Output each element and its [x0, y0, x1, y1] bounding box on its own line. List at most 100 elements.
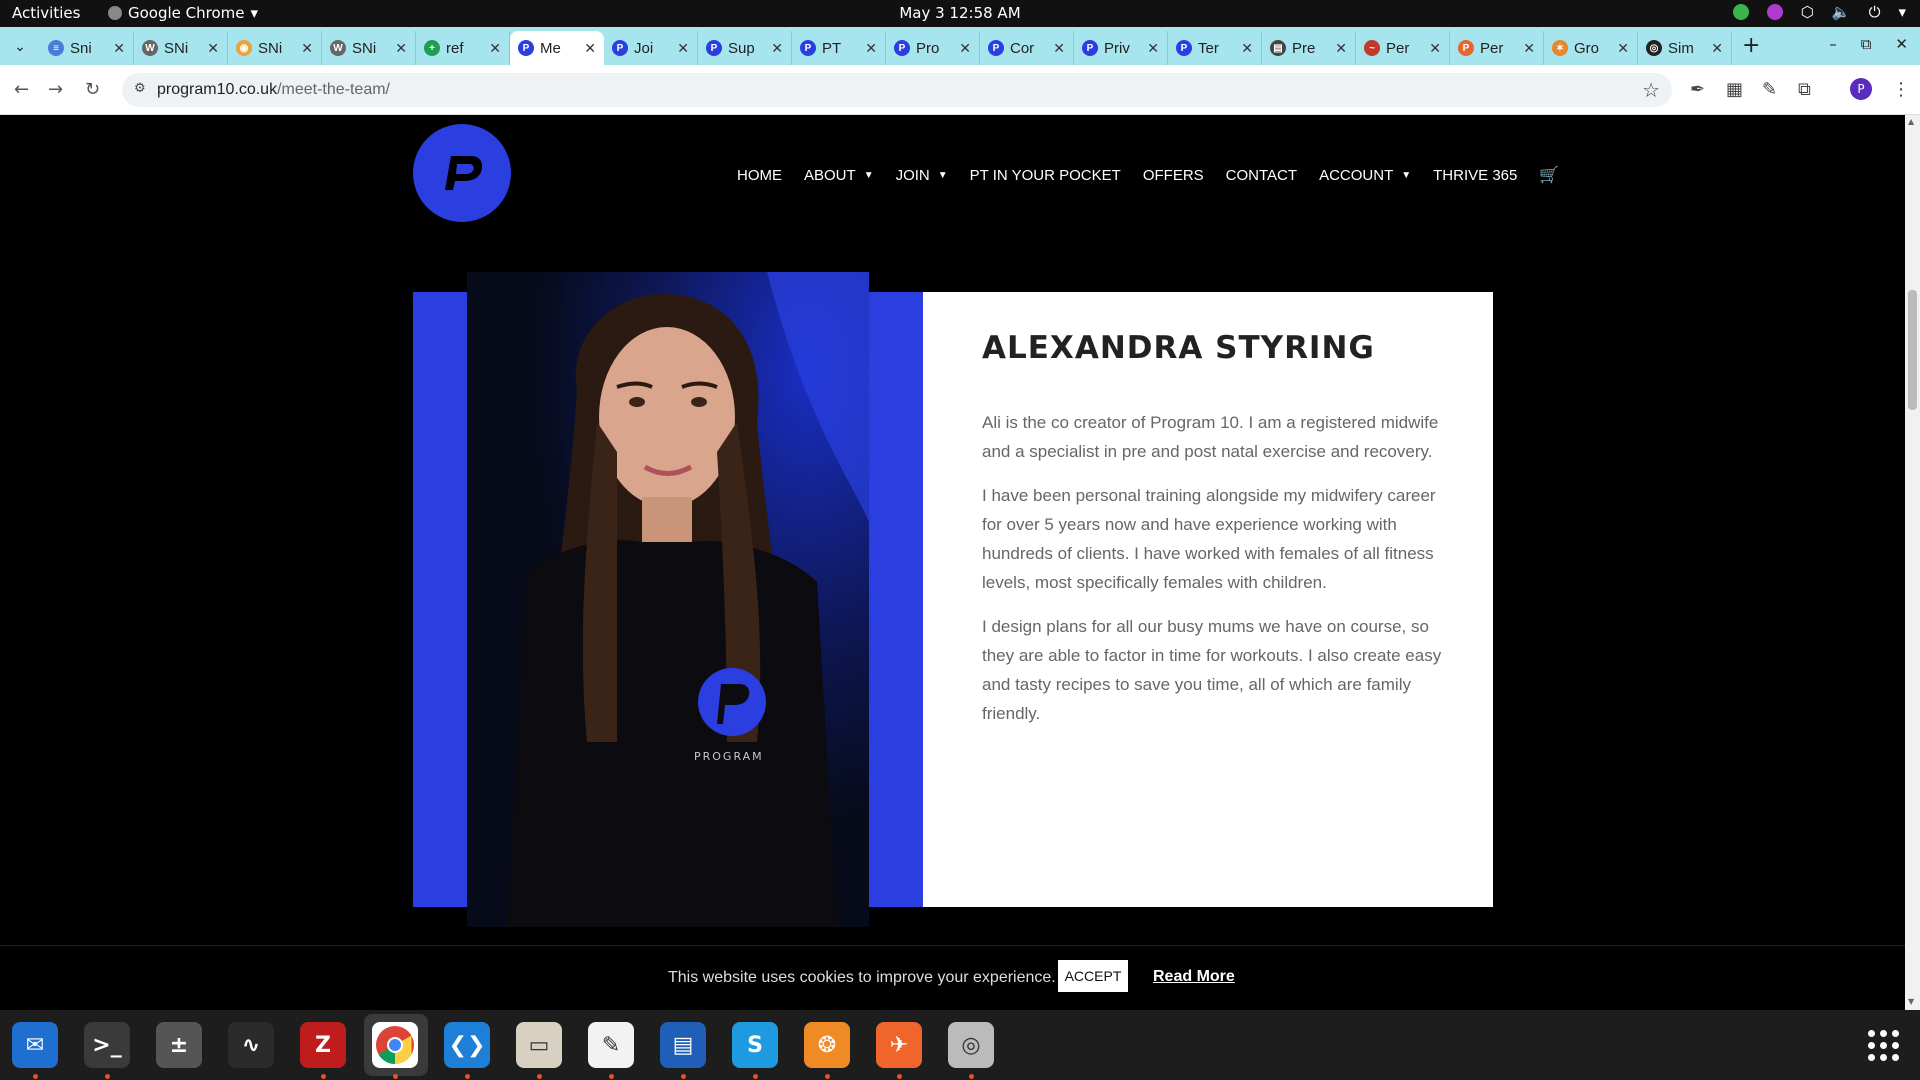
browser-toolbar: ← → ↻ ⚙ program10.co.uk/meet-the-team/ ☆…: [0, 65, 1920, 115]
system-monitor-icon[interactable]: ∿: [228, 1022, 274, 1068]
browser-tab[interactable]: ◎ Sim ✕: [1638, 31, 1732, 65]
pen-extension-icon[interactable]: ✎: [1762, 79, 1777, 100]
browser-tab[interactable]: P Priv ✕: [1074, 31, 1168, 65]
browser-tab[interactable]: P Ter ✕: [1168, 31, 1262, 65]
tab-close-icon[interactable]: ✕: [865, 40, 877, 57]
browser-tab[interactable]: ▤ Pre ✕: [1262, 31, 1356, 65]
extensions-puzzle-icon[interactable]: ⧉: [1798, 79, 1811, 100]
calculator-icon[interactable]: ±: [156, 1022, 202, 1068]
nav-item[interactable]: OFFERS: [1143, 167, 1204, 184]
filezilla-icon[interactable]: Z: [300, 1022, 346, 1068]
close-window-icon[interactable]: ✕: [1895, 35, 1908, 53]
cart-icon[interactable]: 🛒: [1539, 165, 1559, 185]
cookie-accept-button[interactable]: ACCEPT: [1058, 960, 1128, 992]
nav-item[interactable]: PT IN YOUR POCKET: [970, 167, 1121, 184]
back-icon[interactable]: ←: [14, 79, 29, 100]
url-text[interactable]: program10.co.uk/meet-the-team/: [157, 81, 390, 99]
thunderbird-icon[interactable]: ✉: [12, 1022, 58, 1068]
tab-close-icon[interactable]: ✕: [395, 40, 407, 57]
vscode-icon[interactable]: ❮❯: [444, 1022, 490, 1068]
cookie-banner: This website uses cookies to improve you…: [0, 945, 1905, 1010]
tab-title: Pro: [916, 39, 940, 57]
tab-favicon-icon: ≡: [48, 40, 64, 56]
nav-item[interactable]: CONTACT: [1226, 167, 1297, 184]
tab-close-icon[interactable]: ✕: [207, 40, 219, 57]
address-bar[interactable]: ⚙ program10.co.uk/meet-the-team/ ☆: [122, 73, 1672, 107]
tab-close-icon[interactable]: ✕: [113, 40, 125, 57]
cookie-read-more-link[interactable]: Read More: [1153, 968, 1235, 986]
shirt-brand-text: PROGRAM: [694, 750, 764, 763]
tab-close-icon[interactable]: ✕: [1429, 40, 1441, 57]
minimize-icon[interactable]: –: [1829, 35, 1837, 53]
forward-icon[interactable]: →: [48, 79, 63, 100]
nav-item[interactable]: JOIN ▼: [896, 167, 948, 184]
nav-item[interactable]: HOME: [737, 167, 782, 184]
menu-kebab-icon[interactable]: ⋮: [1892, 79, 1910, 100]
tab-search-button[interactable]: ⌄: [8, 35, 32, 59]
terminal-icon[interactable]: >_: [84, 1022, 130, 1068]
skype-icon[interactable]: S: [732, 1022, 778, 1068]
browser-tab[interactable]: P Pro ✕: [886, 31, 980, 65]
postman-icon[interactable]: ✈: [876, 1022, 922, 1068]
restore-icon[interactable]: ⧉: [1861, 35, 1872, 53]
disk-utility-icon[interactable]: ◎: [948, 1022, 994, 1068]
browser-tab[interactable]: ~ Per ✕: [1356, 31, 1450, 65]
site-info-icon[interactable]: ⚙: [134, 81, 146, 96]
eyedropper-icon[interactable]: ✒: [1690, 79, 1705, 100]
tab-close-icon[interactable]: ✕: [677, 40, 689, 57]
nav-item-label: CONTACT: [1225, 166, 1298, 184]
tab-close-icon[interactable]: ✕: [1523, 40, 1535, 57]
browser-tab[interactable]: ◉ SNi ✕: [228, 31, 322, 65]
browser-tab[interactable]: P Per ✕: [1450, 31, 1544, 65]
chevron-down-icon: ▼: [863, 169, 874, 181]
tab-close-icon[interactable]: ✕: [771, 40, 783, 57]
browser-tab[interactable]: ✶ Gro ✕: [1544, 31, 1638, 65]
new-tab-button[interactable]: +: [1742, 33, 1760, 58]
site-logo[interactable]: [413, 124, 511, 222]
libreoffice-writer-icon[interactable]: ▤: [660, 1022, 706, 1068]
tab-close-icon[interactable]: ✕: [1335, 40, 1347, 57]
scrollbar-thumb[interactable]: [1908, 290, 1917, 410]
tab-close-icon[interactable]: ✕: [1147, 40, 1159, 57]
nav-item-label: ABOUT: [804, 166, 856, 184]
browser-tab[interactable]: P Joi ✕: [604, 31, 698, 65]
tab-close-icon[interactable]: ✕: [1617, 40, 1629, 57]
browser-tab[interactable]: ≡ Sni ✕: [40, 31, 134, 65]
system-tray[interactable]: ⬡ 🔈 ⏻ ▾: [1732, 3, 1906, 21]
browser-tab[interactable]: W SNi ✕: [322, 31, 416, 65]
tab-close-icon[interactable]: ✕: [489, 40, 501, 57]
files-icon[interactable]: ▭: [516, 1022, 562, 1068]
profile-avatar[interactable]: P: [1850, 78, 1872, 100]
nav-item[interactable]: ACCOUNT ▼: [1319, 167, 1411, 184]
tab-title: Cor: [1010, 39, 1035, 57]
browser-tab[interactable]: W SNi ✕: [134, 31, 228, 65]
extension-calendar-icon[interactable]: ▦: [1726, 79, 1743, 100]
tab-close-icon[interactable]: ✕: [1241, 40, 1253, 57]
reload-icon[interactable]: ↻: [85, 79, 100, 100]
clock[interactable]: May 3 12:58 AM: [899, 4, 1020, 22]
tab-close-icon[interactable]: ✕: [1053, 40, 1065, 57]
scroll-down-arrow-icon[interactable]: ▼: [1908, 997, 1914, 1006]
tab-close-icon[interactable]: ✕: [1711, 40, 1723, 57]
browser-tab[interactable]: P Me ✕: [510, 31, 604, 65]
activities-button[interactable]: Activities: [12, 4, 80, 22]
tab-close-icon[interactable]: ✕: [301, 40, 313, 57]
bookmark-star-icon[interactable]: ☆: [1642, 78, 1660, 102]
tab-close-icon[interactable]: ✕: [584, 40, 596, 57]
app-menu[interactable]: Google Chrome ▾: [108, 4, 258, 22]
text-editor-icon[interactable]: ✎: [588, 1022, 634, 1068]
scroll-up-arrow-icon[interactable]: ▲: [1908, 117, 1914, 126]
running-indicator: [897, 1074, 902, 1079]
program10-p-logo-icon: [445, 156, 483, 190]
page-scrollbar[interactable]: ▲ ▼: [1905, 115, 1920, 1010]
tab-close-icon[interactable]: ✕: [959, 40, 971, 57]
chrome-icon[interactable]: [372, 1022, 418, 1068]
nav-item[interactable]: ABOUT ▼: [804, 167, 874, 184]
browser-tab[interactable]: P Cor ✕: [980, 31, 1074, 65]
browser-tab[interactable]: P Sup ✕: [698, 31, 792, 65]
browser-tab[interactable]: P PT ✕: [792, 31, 886, 65]
blender-like-icon[interactable]: ❂: [804, 1022, 850, 1068]
browser-tab[interactable]: + ref ✕: [416, 31, 510, 65]
show-applications-icon[interactable]: [1868, 1030, 1900, 1062]
nav-item[interactable]: THRIVE 365: [1433, 167, 1517, 184]
